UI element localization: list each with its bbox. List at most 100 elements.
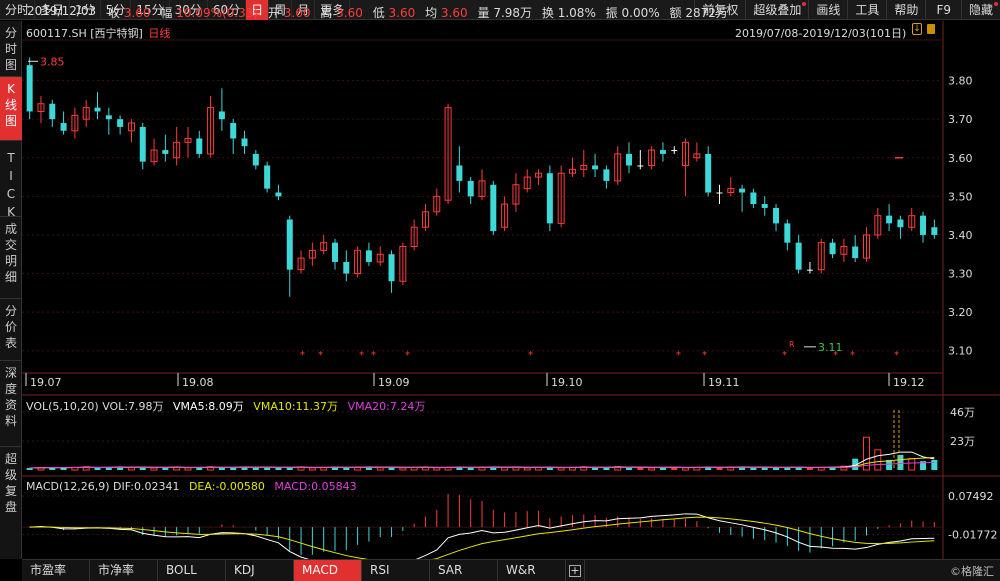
volume-bar-up — [127, 467, 135, 471]
candle-body-down — [659, 150, 666, 154]
lock-icon[interactable] — [927, 24, 935, 34]
price-grid — [22, 80, 943, 535]
candle-body-down — [886, 215, 893, 224]
vma20-name: VMA20 — [347, 400, 387, 413]
candle-body-down — [218, 111, 225, 120]
candle-body-down — [705, 153, 712, 193]
price-tick-label: 3.10 — [948, 345, 973, 358]
volume-bar-up — [150, 467, 158, 471]
candle-body-down — [920, 215, 927, 235]
candle-body-down — [343, 261, 350, 274]
tab-macd[interactable]: MACD — [294, 560, 362, 581]
volume-bar-down — [592, 467, 599, 470]
date-tick-label: 19.12 — [893, 376, 925, 389]
candle-body-down — [603, 169, 610, 181]
high-label: 高 — [320, 6, 333, 20]
volume-bar-down — [750, 467, 757, 470]
vma10-name: VMA10 — [253, 400, 292, 413]
macd-value: 0.05843 — [311, 480, 357, 493]
change-label: 幅 — [160, 6, 173, 20]
signal-star-icon: * — [528, 350, 533, 361]
change-value: 10.09%(0.33) — [176, 6, 259, 20]
add-indicator-button[interactable]: + — [566, 560, 585, 581]
price-tick-label: 3.20 — [948, 306, 973, 319]
dea-name: DEA — [188, 480, 212, 493]
candle-body-down — [931, 227, 938, 235]
volume-bar-down — [252, 467, 259, 470]
candle-body-down — [388, 254, 395, 282]
stock-chart-window: 分时 多日 1分 5分 15分 30分 60分 日 周 月 更多 前复权 超级叠… — [0, 0, 1000, 581]
vol-tick-label: 46万 — [950, 406, 975, 419]
vma10-line — [29, 456, 935, 469]
price-tick-label: 3.50 — [948, 190, 973, 203]
vma5-name: VMA5 — [173, 400, 205, 413]
candle-body-down — [467, 180, 474, 197]
candle-body-down — [829, 242, 836, 255]
close-label: 收 — [108, 6, 121, 20]
volume-bar-up — [308, 467, 316, 471]
candle-body-down — [275, 192, 282, 197]
amplitude-label: 振 — [605, 6, 618, 20]
macd-title: MACD(12,26,9) — [26, 480, 110, 493]
macd-tick-label: -0.01772 — [948, 528, 997, 541]
turnover-label: 换 — [541, 6, 554, 20]
candle-body-down — [26, 65, 33, 112]
candle-body-down — [264, 165, 271, 189]
tab-pb[interactable]: 市净率 — [90, 560, 158, 581]
stock-name: [西宁特钢] — [90, 27, 143, 40]
volume-bar-up — [523, 467, 531, 471]
high-value: 3.60 — [336, 6, 363, 20]
tab-wr[interactable]: W&R — [498, 560, 566, 581]
macd-name: MACD — [274, 480, 308, 493]
marker-label: R — [789, 340, 795, 349]
candle-body-down — [806, 269, 813, 271]
tab-sar[interactable]: SAR — [430, 560, 498, 581]
volume-bar-up — [501, 467, 509, 471]
vma5-value: 8.09万 — [208, 400, 244, 413]
candle-body-down — [490, 184, 497, 232]
tab-pe[interactable]: 市盈率 — [22, 560, 90, 581]
date-tick-label: 19.10 — [551, 376, 583, 389]
price-tick-label: 3.60 — [948, 152, 973, 165]
open-value: 3.60 — [283, 6, 311, 20]
vol-name: VOL — [102, 400, 125, 413]
candle-body-down — [546, 173, 553, 224]
volume-bar-up — [399, 467, 407, 471]
volume-bar-up — [557, 467, 565, 471]
volume-bar-up — [682, 467, 690, 471]
candle-body-down — [241, 138, 248, 147]
tab-kdj[interactable]: KDJ — [226, 560, 294, 581]
macd-tick-label: 0.07492 — [948, 490, 994, 503]
amplitude-value: 0.00% — [621, 6, 660, 20]
candle-body-down — [750, 192, 757, 205]
volume-bar-down — [716, 467, 723, 470]
signal-star-icon: * — [300, 350, 305, 361]
plus-icon: + — [569, 564, 581, 577]
tab-rsi[interactable]: RSI — [362, 560, 430, 581]
volume-bar-up — [908, 458, 916, 471]
volume-bar-down — [897, 454, 904, 470]
close-value: 3.60 — [123, 6, 151, 20]
candle-body-down — [773, 207, 780, 224]
date-tick-label: 19.08 — [182, 376, 214, 389]
price-tick-label: 3.40 — [948, 229, 973, 242]
volume-bar-down — [467, 467, 474, 470]
signal-star-icon: * — [405, 350, 410, 361]
macd-legend: MACD(12,26,9) DIF:0.02341 DEA:-0.00580 M… — [26, 480, 357, 493]
candle-body-down — [117, 119, 124, 127]
turnover-value: 1.08% — [557, 6, 596, 20]
tab-boll[interactable]: BOLL — [158, 560, 226, 581]
dea-value: -0.00580 — [215, 480, 265, 493]
low-value: 3.60 — [388, 6, 416, 20]
candle-body-down — [286, 219, 293, 270]
candle-body-down — [105, 115, 112, 120]
candle-body-down — [456, 165, 463, 181]
candlestick-series — [26, 57, 938, 297]
volume-bar-up — [184, 467, 192, 471]
date-range: 2019/07/08-2019/12/03(101日) — [735, 27, 907, 40]
range-scroll-icon[interactable]: ↓ — [912, 23, 922, 35]
vol-value: 7.98万 — [128, 400, 164, 413]
quote-values: 收 3.60 幅 10.09%(0.33) 开 3.60 高 3.60 低 3.… — [108, 4, 728, 21]
volume-bar-down — [218, 467, 225, 470]
candle-body-down — [592, 165, 599, 170]
